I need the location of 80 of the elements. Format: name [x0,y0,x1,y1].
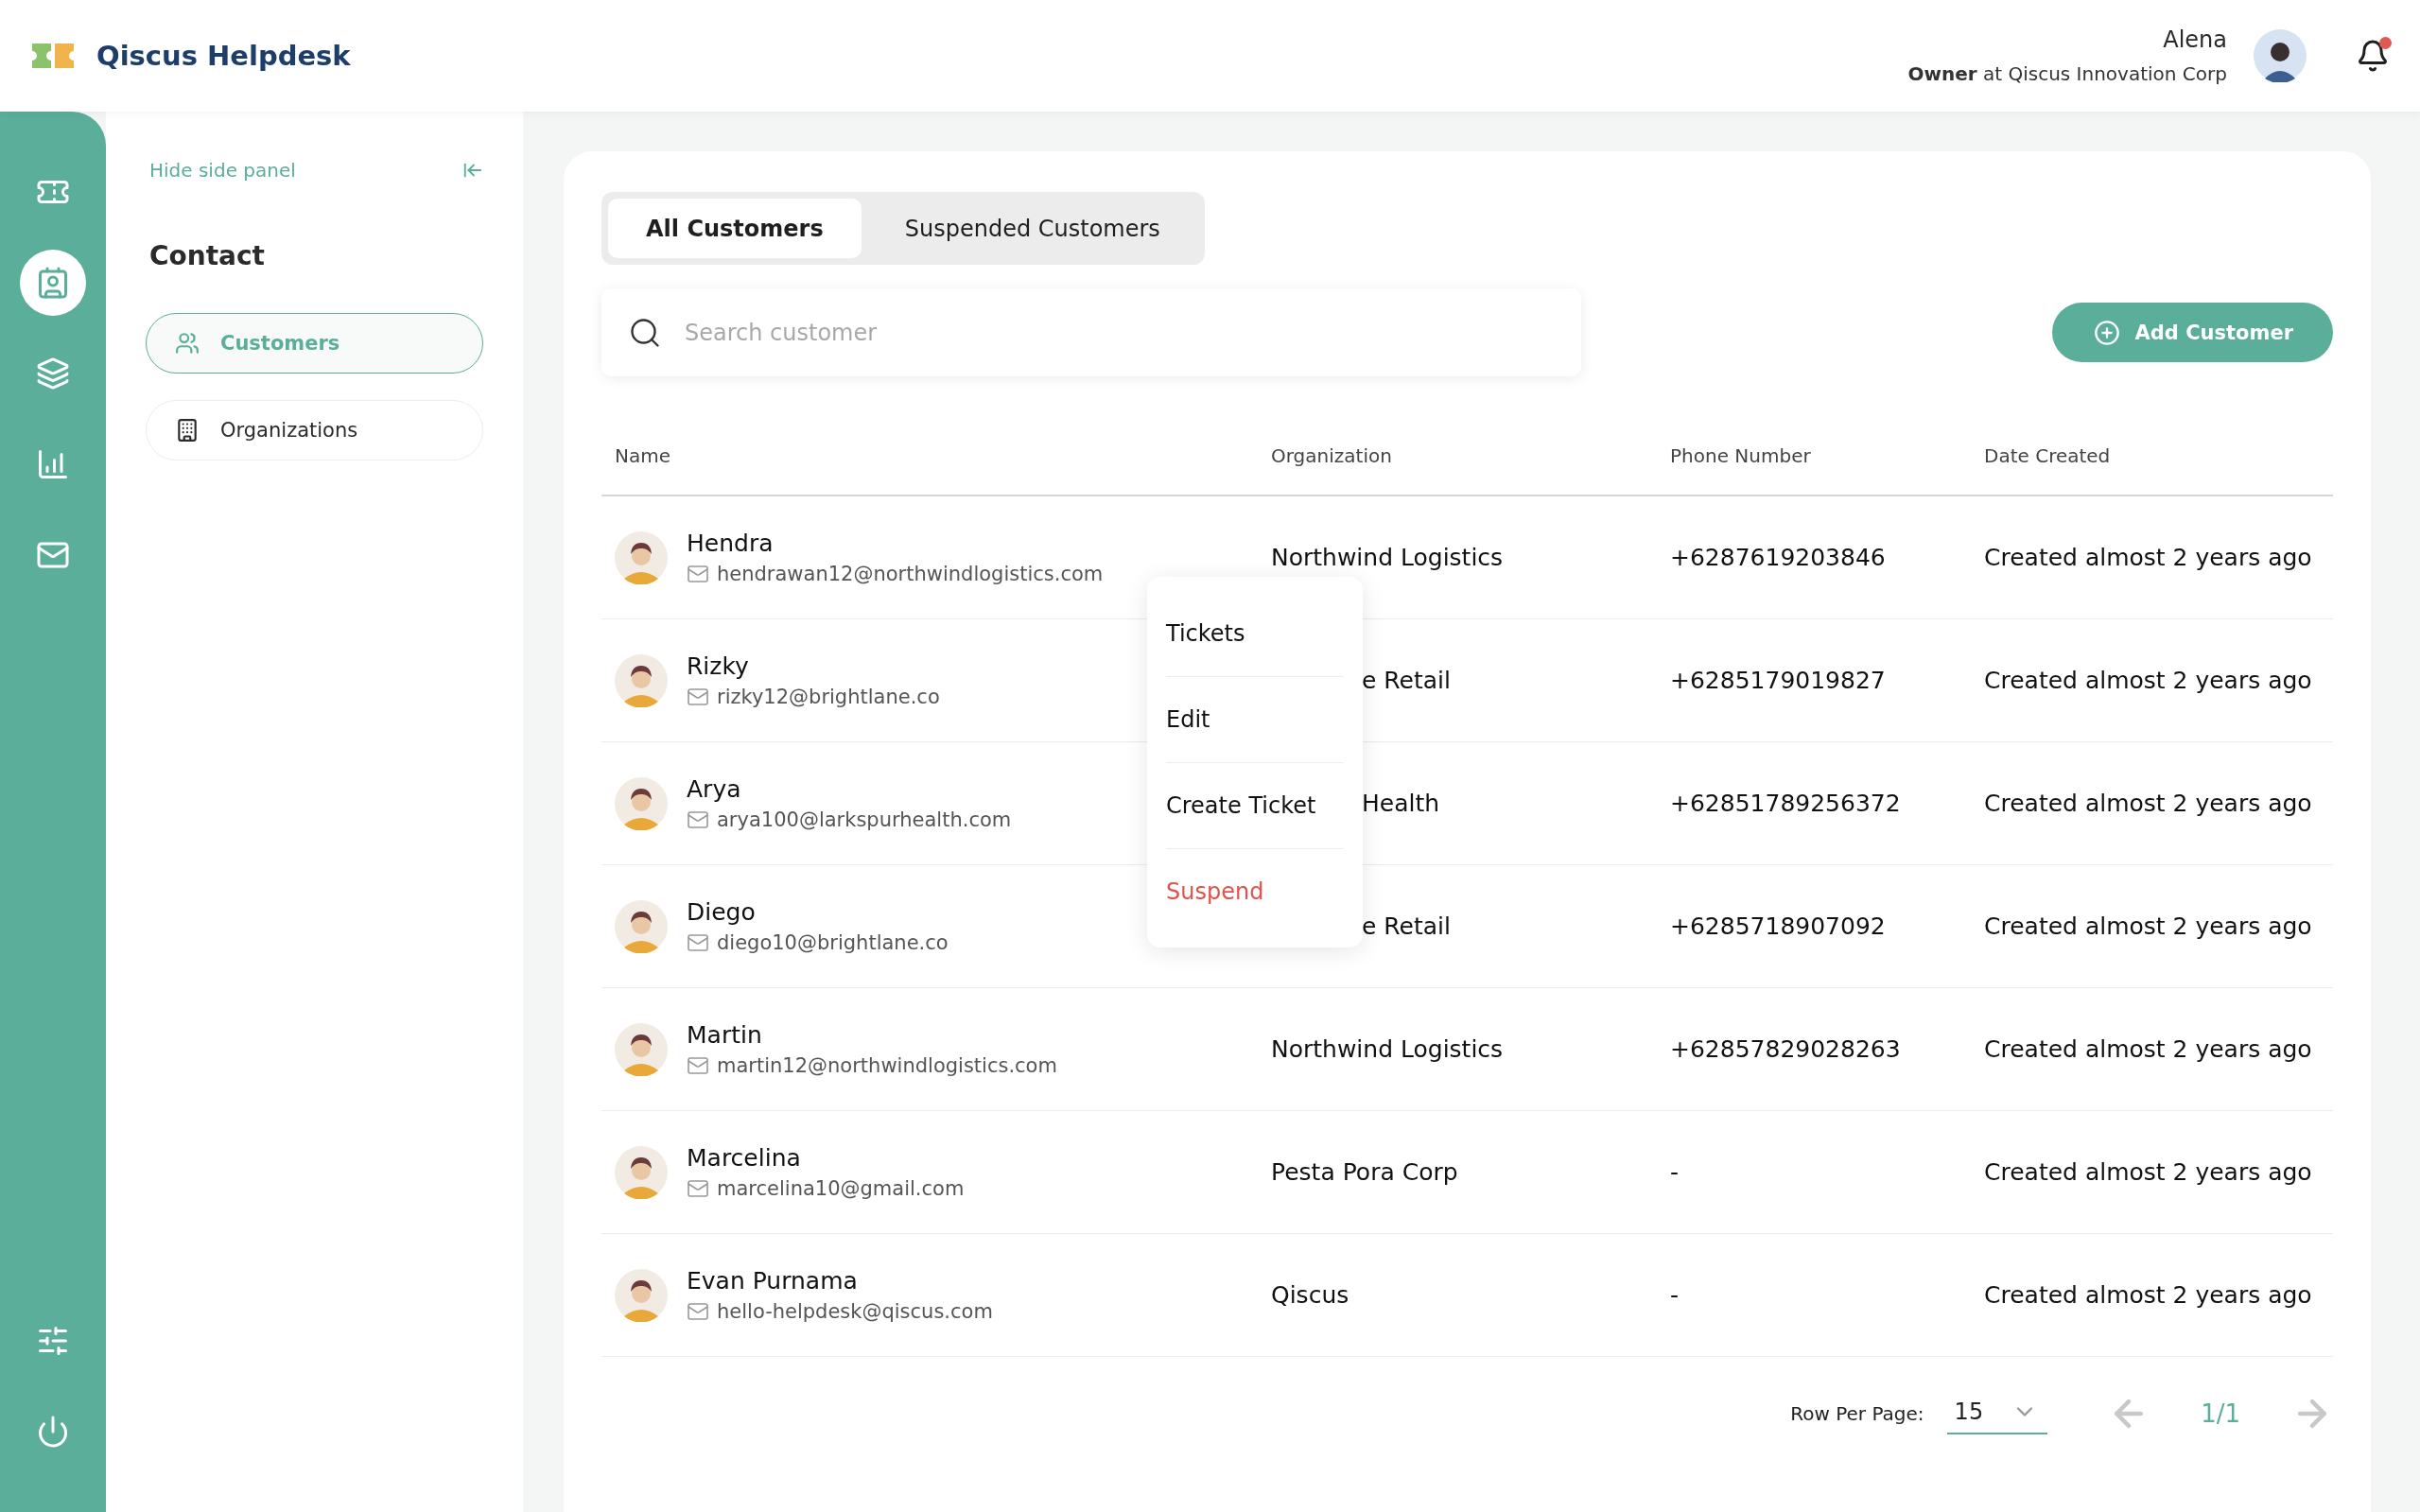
customer-email: rizky12@brightlane.co [717,686,940,708]
user-avatar[interactable] [2254,29,2307,82]
organization-cell-text: e Retail [1361,667,1451,694]
customer-email: martin12@northwindlogistics.com [717,1054,1057,1077]
column-header: Date Created [1983,443,2111,467]
organization-cell-text: e Retail [1361,912,1451,940]
mail-icon [687,931,709,954]
customer-name: Arya [687,775,742,803]
tab[interactable]: Suspended Customers [866,199,1198,258]
date-cell-text: Created almost 2 years ago [1983,1035,2312,1063]
column-header: Organization [1270,443,1392,467]
avatar-icon [615,776,668,830]
avatar-icon [615,653,668,707]
panel-title: Contact [149,240,266,271]
side-nav-item[interactable]: Organizations [146,400,483,461]
page-indicator: 1/1 [2201,1399,2240,1428]
phone-cell-text: +6285718907092 [1669,912,1886,940]
avatar-icon [615,1145,668,1199]
date-cell-text: Created almost 2 years ago [1983,544,2312,571]
avatar-icon [615,530,668,584]
customer-name: Rizky [687,652,750,680]
phone-cell-text: +62851789256372 [1669,790,1901,817]
column-header: Phone Number [1669,443,1811,467]
plus-icon [2093,319,2120,346]
customer-name: Diego [687,898,757,926]
date-cell-text: Created almost 2 years ago [1983,912,2312,940]
customer-name: Evan Purnama [687,1267,859,1295]
customer-name: Hendra [687,530,775,557]
phone-cell-text: - [1669,1158,1680,1186]
organization-cell-text: Pesta Pora Corp [1270,1158,1458,1186]
customer-email: hendrawan12@northwindlogistics.com [717,563,1104,585]
date-cell-text: Created almost 2 years ago [1983,1158,2312,1186]
bell-icon [2356,39,2390,73]
app-title: Qiscus Helpdesk [96,40,351,72]
phone-cell-text: +6285179019827 [1669,667,1886,694]
logo-icon [32,42,74,70]
date-cell-text: Created almost 2 years ago [1983,1281,2312,1309]
customer-name: Marcelina [687,1144,802,1172]
building-icon [175,418,200,443]
organization-cell-text: Qiscus [1270,1281,1349,1309]
customer-email: marcelina10@gmail.com [717,1177,965,1200]
mail-icon [687,686,709,708]
mail-icon [687,563,709,585]
menu-item[interactable]: Create Ticket [1166,762,1344,848]
mail-icon [687,1177,709,1200]
search-field[interactable]: Search customer [601,288,1581,376]
date-cell-text: Created almost 2 years ago [1983,667,2312,694]
bar-chart-icon [36,447,70,481]
column-header: Name [614,443,670,467]
search-input[interactable]: Search customer [683,304,1555,361]
tab[interactable]: All Customers [608,199,862,258]
customer-name: Martin [687,1021,763,1049]
organization-cell-text: Northwind Logistics [1270,544,1504,571]
mail-icon [687,808,709,831]
organization-cell-text: Northwind Logistics [1270,1035,1504,1063]
rows-per-page-select[interactable]: 15 [1946,1393,2048,1434]
phone-cell-text: +62857829028263 [1669,1035,1901,1063]
customer-email: hello-helpdesk@qiscus.com [717,1300,993,1323]
phone-cell-text: - [1669,1281,1680,1309]
customer-email: arya100@larkspurhealth.com [717,808,1012,831]
avatar-icon [615,1268,668,1322]
customer-email: diego10@brightlane.co [717,931,949,954]
mail-icon [687,1300,709,1323]
user-name: Alena [2163,26,2227,53]
settings-icon [36,1324,70,1358]
user-role: Owner at Qiscus Innovation Corp [1907,62,2227,85]
power-icon [36,1415,70,1449]
menu-item[interactable]: Edit [1166,676,1344,762]
rows-per-page-label: Row Per Page: [1790,1402,1924,1425]
mail-icon [687,1054,709,1077]
avatar-icon [615,1022,668,1076]
organization-cell-text: Health [1361,790,1440,817]
contact-card-icon [36,266,70,300]
date-cell-text: Created almost 2 years ago [1983,790,2312,817]
users-icon [175,331,200,356]
menu-item[interactable]: Tickets [1166,590,1344,676]
layers-icon [36,356,70,391]
phone-cell-text: +6287619203846 [1669,544,1886,571]
menu-item[interactable]: Suspend [1166,848,1344,934]
avatar-icon [615,899,668,953]
